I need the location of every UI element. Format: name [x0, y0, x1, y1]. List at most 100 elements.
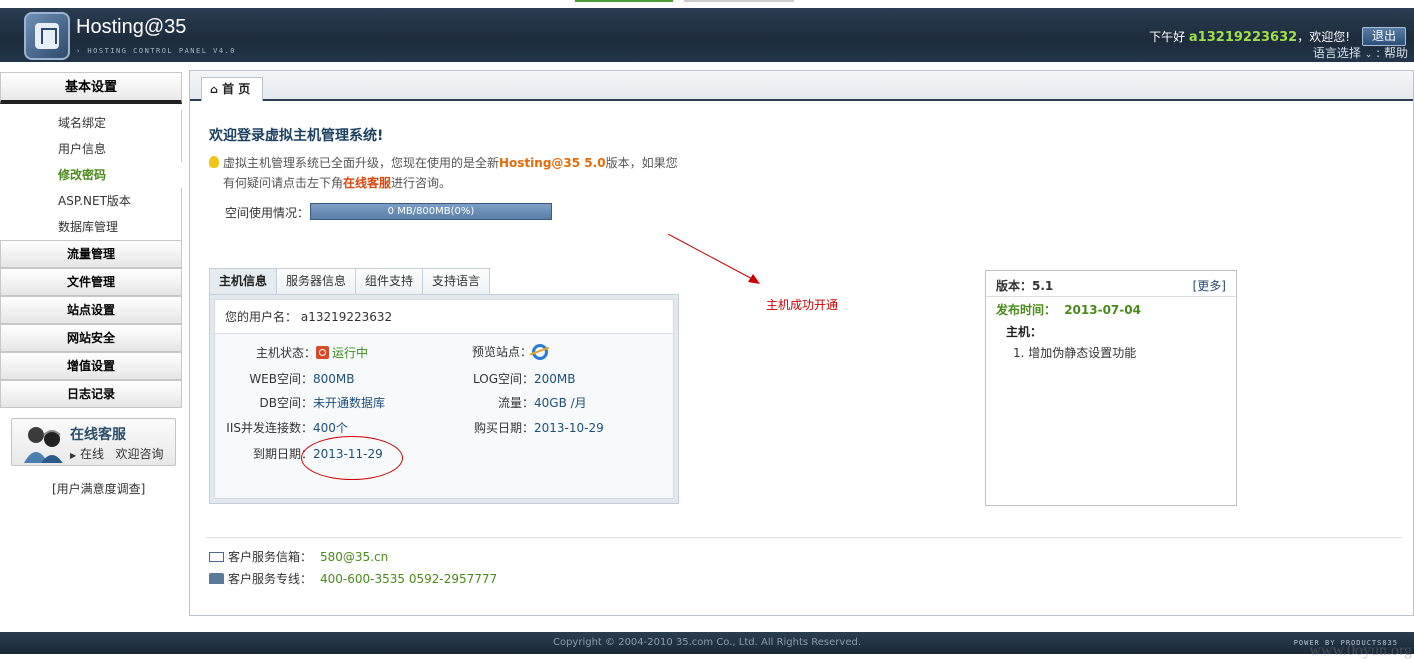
- greeting: 下午好 a13219223632，欢迎您!: [1149, 28, 1350, 45]
- release-date-label: 发布时间：: [996, 303, 1057, 317]
- support-agents-icon: [24, 427, 63, 463]
- sidebar-item-database[interactable]: 数据库管理: [0, 214, 182, 240]
- notice-text-b: 版本，如果您: [605, 156, 678, 170]
- version-host-label: 主机：: [1006, 325, 1043, 339]
- browser-top-strip: [0, 0, 1414, 8]
- sidebar-group-files[interactable]: 文件管理: [0, 268, 182, 296]
- host-status-value: 运行中: [332, 346, 369, 360]
- release-date: 发布时间： 2013-07-04: [996, 301, 1141, 318]
- log-space-value: 200MB: [534, 372, 576, 386]
- logo-icon: [24, 12, 70, 60]
- sidebar: 基本设置 域名绑定 用户信息 修改密码 ASP.NET版本 数据库管理 流量管理…: [0, 72, 182, 408]
- browser-icon[interactable]: [532, 344, 548, 360]
- service-welcome: 欢迎咨询: [115, 447, 164, 461]
- sidebar-group-security[interactable]: 网站安全: [0, 324, 182, 352]
- sidebar-group-basic[interactable]: 基本设置: [0, 72, 182, 104]
- copyright: Copyright © 2004-2010 35.com Co., Ltd. A…: [552, 637, 862, 648]
- brand-title: Hosting@35: [76, 16, 187, 38]
- mail-value[interactable]: 580@35.cn: [320, 550, 388, 564]
- db-space-value: 未开通数据库: [313, 396, 386, 410]
- tab-home-label: 首 页: [222, 82, 251, 96]
- survey-link[interactable]: [用户满意度调查]: [52, 480, 145, 497]
- online-service-button[interactable]: 在线客服 ▶ 在线 欢迎咨询: [11, 418, 176, 466]
- header-username: a13219223632: [1188, 30, 1298, 45]
- preview-label: 预览站点：: [471, 345, 532, 359]
- tab-languages[interactable]: 支持语言: [422, 268, 491, 294]
- notice-text-c: 有何疑问请点击左下角: [223, 176, 344, 190]
- version-more-link[interactable]: [更多]: [1193, 277, 1226, 294]
- service-subtitle: ▶ 在线 欢迎咨询: [70, 445, 163, 462]
- sidebar-group-site[interactable]: 站点设置: [0, 296, 182, 324]
- sidebar-item-domain[interactable]: 域名绑定: [0, 110, 182, 136]
- db-space-label: DB空间：: [259, 396, 313, 410]
- username-label: 您的用户名：: [225, 310, 298, 324]
- sidebar-group-addons[interactable]: 增值设置: [0, 352, 182, 380]
- contact-mail: 客户服务信箱： 580@35.cn: [209, 548, 388, 565]
- header-links: 语言选择 ⌄ : 帮助: [1313, 44, 1408, 61]
- tab-server-info[interactable]: 服务器信息: [276, 268, 357, 294]
- sidebar-group-traffic[interactable]: 流量管理: [0, 240, 182, 268]
- version-header: 版本：5.1 [更多]: [986, 271, 1236, 297]
- phone-value: 400-600-3535 0592-2957777: [320, 572, 498, 586]
- release-date-value: 2013-07-04: [1064, 303, 1141, 317]
- notice-text-d: 进行咨询。: [391, 176, 452, 190]
- username-value: a13219223632: [300, 310, 393, 324]
- traffic-row: 流量：40GB /月: [440, 394, 587, 411]
- annotation-circle: [301, 436, 403, 480]
- caret-right-icon: ▶: [70, 451, 77, 460]
- language-select[interactable]: 语言选择: [1313, 46, 1361, 60]
- sidebar-item-password[interactable]: 修改密码: [0, 162, 182, 188]
- info-tabs: 主机信息 服务器信息 组件支持 支持语言: [209, 268, 491, 294]
- version-box: 版本：5.1 [更多] 发布时间： 2013-07-04 主机： 1. 增加伪静…: [985, 270, 1237, 506]
- chevron-down-icon: ⌄: [1364, 50, 1373, 60]
- link-separator: :: [1376, 46, 1384, 60]
- service-title: 在线客服: [70, 427, 126, 443]
- tab-strip: ⌂ 首 页: [190, 71, 1413, 101]
- tab-host-info[interactable]: 主机信息: [209, 268, 278, 294]
- header: Hosting@35 › HOSTING CONTROL PANEL V4.0 …: [0, 8, 1414, 62]
- mail-label: 客户服务信箱：: [228, 550, 313, 564]
- contact-phone: 客户服务专线： 400-600-3535 0592-2957777: [209, 570, 497, 587]
- buy-date-value: 2013-10-29: [534, 421, 604, 435]
- log-space-label: LOG空间：: [472, 372, 534, 386]
- space-usage-label: 空间使用情况：: [225, 206, 310, 220]
- power-icon: [316, 346, 329, 359]
- help-link[interactable]: 帮助: [1384, 46, 1408, 60]
- phone-label: 客户服务专线：: [228, 572, 313, 586]
- traffic-value: 40GB /月: [534, 396, 587, 410]
- web-space-label: WEB空间：: [249, 372, 313, 386]
- sidebar-item-aspnet[interactable]: ASP.NET版本: [0, 188, 182, 214]
- greeting-prefix: 下午好: [1149, 30, 1186, 44]
- host-status-row: 主机状态： 运行中: [224, 344, 368, 361]
- expire-date-label: 到期日期：: [252, 447, 313, 461]
- host-status-label: 主机状态：: [255, 346, 316, 360]
- mail-icon: [209, 552, 224, 562]
- greeting-suffix: ，欢迎您!: [1297, 30, 1350, 44]
- notice-service-link[interactable]: 在线客服: [343, 176, 391, 190]
- notice-brand: Hosting@35 5.0: [499, 156, 606, 170]
- iis-label: IIS并发连接数：: [226, 421, 313, 435]
- annotation-text: 主机成功开通: [766, 298, 839, 312]
- divider: [206, 537, 1402, 538]
- buy-date-row: 购买日期：2013-10-29: [440, 419, 604, 436]
- version-title: 版本：5.1: [996, 279, 1054, 293]
- sidebar-item-userinfo[interactable]: 用户信息: [0, 136, 182, 162]
- notice-text-a: 虚拟主机管理系统已全面升级，您现在使用的是全新: [223, 156, 500, 170]
- iis-row: IIS并发连接数：400个: [224, 419, 348, 436]
- upgrade-notice: 虚拟主机管理系统已全面升级，您现在使用的是全新Hosting@35 5.0版本，…: [209, 153, 689, 193]
- phone-icon: [209, 573, 224, 584]
- sidebar-group-logs[interactable]: 日志记录: [0, 380, 182, 408]
- buy-date-label: 购买日期：: [473, 421, 534, 435]
- top-strip-tab-active: [575, 0, 673, 2]
- space-usage-bar: 0 MB/800MB(0%): [310, 203, 552, 220]
- annotation-arrow: [668, 234, 760, 284]
- home-icon: ⌂: [210, 83, 218, 96]
- tab-components[interactable]: 组件支持: [355, 268, 424, 294]
- footer: Copyright © 2004-2010 35.com Co., Ltd. A…: [0, 632, 1414, 654]
- preview-row: 预览站点：: [440, 343, 548, 360]
- tab-home[interactable]: ⌂ 首 页: [201, 77, 263, 101]
- traffic-label: 流量：: [497, 396, 534, 410]
- iis-value: 400个: [313, 421, 348, 435]
- username-row: 您的用户名： a13219223632: [215, 300, 673, 334]
- brand-subtitle: › HOSTING CONTROL PANEL V4.0: [76, 47, 237, 55]
